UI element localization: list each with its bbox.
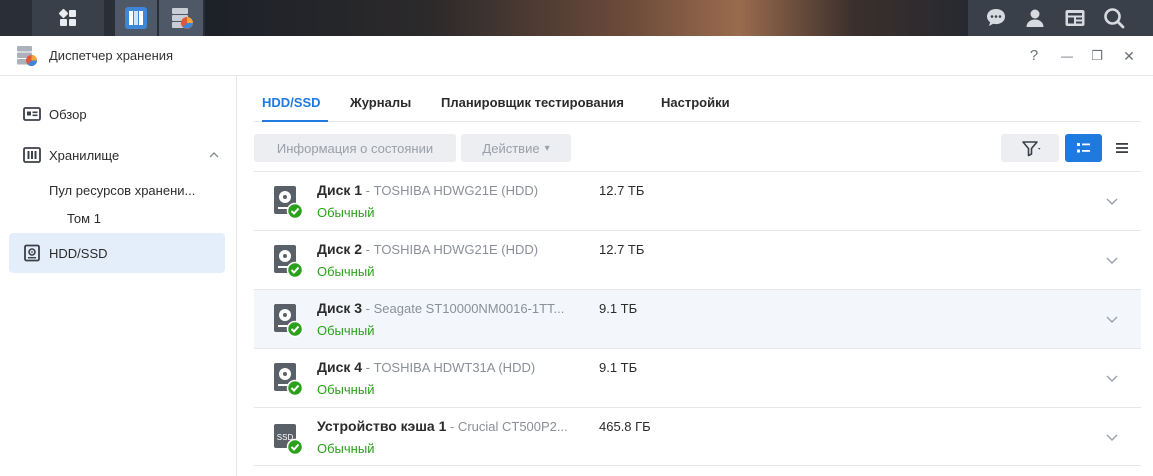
close-button[interactable]: ✕ bbox=[1119, 46, 1139, 66]
disk-row[interactable]: Диск 3 - Seagate ST10000NM0016-1TT... Об… bbox=[254, 289, 1141, 348]
chevron-down-icon[interactable] bbox=[1106, 432, 1118, 442]
tab-logs[interactable]: Журналы bbox=[350, 95, 411, 110]
sidebar-item-storage[interactable]: Хранилище bbox=[9, 135, 225, 175]
taskbar-app-storage-manager[interactable] bbox=[159, 0, 203, 36]
disk-size: 9.1 ТБ bbox=[599, 360, 638, 375]
action-button[interactable]: Действие ▾ bbox=[461, 134, 571, 162]
restore-button[interactable]: ❐ bbox=[1087, 46, 1107, 66]
hdd-ok-icon bbox=[274, 245, 304, 279]
disk-status: Обычный bbox=[317, 264, 375, 279]
sidebar-item-hdd-ssd[interactable]: HDD/SSD bbox=[9, 233, 225, 273]
sidebar-item-overview[interactable]: Обзор bbox=[9, 94, 225, 134]
storage-icon bbox=[23, 147, 41, 163]
chevron-down-icon[interactable] bbox=[1106, 373, 1118, 383]
disk-row[interactable]: Диск 1 - TOSHIBA HDWG21E (HDD) Обычный 1… bbox=[254, 171, 1141, 230]
disk-list: Диск 1 - TOSHIBA HDWG21E (HDD) Обычный 1… bbox=[254, 171, 1141, 466]
hdd-ok-icon bbox=[274, 186, 304, 220]
action-label: Действие bbox=[482, 140, 540, 156]
disk-title: Диск 1 - TOSHIBA HDWG21E (HDD) bbox=[317, 182, 539, 198]
disk-model: - TOSHIBA HDWG21E (HDD) bbox=[362, 183, 539, 198]
search-icon[interactable] bbox=[1102, 6, 1126, 30]
tab-test-scheduler[interactable]: Планировщик тестирования bbox=[441, 95, 624, 110]
compact-view-button[interactable] bbox=[1103, 134, 1141, 162]
ssd-ok-icon: SSD bbox=[274, 424, 304, 456]
disk-title: Диск 3 - Seagate ST10000NM0016-1TT... bbox=[317, 300, 565, 316]
taskbar-tray bbox=[968, 0, 1153, 36]
grid-icon bbox=[58, 8, 76, 26]
chevron-down-icon[interactable] bbox=[1106, 255, 1118, 265]
overview-icon bbox=[23, 107, 41, 121]
disk-row[interactable]: SSD Устройство кэша 1 - Crucial CT500P2.… bbox=[254, 407, 1141, 466]
disk-title: Диск 2 - TOSHIBA HDWG21E (HDD) bbox=[317, 241, 539, 257]
disk-title: Диск 4 - TOSHIBA HDWT31A (HDD) bbox=[317, 359, 536, 375]
tab-settings[interactable]: Настройки bbox=[661, 95, 730, 110]
disk-size: 465.8 ГБ bbox=[599, 419, 651, 434]
storage-manager-app-icon bbox=[125, 7, 147, 29]
sidebar: Обзор Хранилище Пул ресурсов хранени... … bbox=[0, 76, 237, 476]
chevron-up-icon[interactable] bbox=[209, 150, 219, 160]
sidebar-label-storage: Хранилище bbox=[49, 147, 120, 163]
list-icon bbox=[1116, 143, 1128, 153]
disk-row[interactable]: Диск 2 - TOSHIBA HDWG21E (HDD) Обычный 1… bbox=[254, 230, 1141, 289]
minimize-button[interactable]: — bbox=[1057, 46, 1077, 66]
disk-size: 9.1 ТБ bbox=[599, 301, 638, 316]
disk-status: Обычный bbox=[317, 441, 375, 456]
window-titlebar: Диспетчер хранения ? — ❐ ✕ bbox=[0, 36, 1153, 76]
help-button[interactable]: ? bbox=[1024, 46, 1044, 66]
main-menu-button[interactable] bbox=[32, 0, 104, 36]
sidebar-label-hdd-ssd: HDD/SSD bbox=[49, 245, 108, 261]
chevron-down-icon[interactable] bbox=[1106, 314, 1118, 324]
disk-status: Обычный bbox=[317, 205, 375, 220]
disk-size: 12.7 ТБ bbox=[599, 242, 645, 257]
hdd-icon bbox=[24, 244, 40, 262]
detail-list-icon bbox=[1077, 143, 1090, 153]
filter-icon bbox=[1022, 141, 1041, 157]
health-info-button[interactable]: Информация о состоянии bbox=[254, 134, 456, 162]
disk-size: 12.7 ТБ bbox=[599, 183, 645, 198]
chevron-down-icon[interactable] bbox=[1106, 196, 1118, 206]
disk-row[interactable]: Диск 4 - TOSHIBA HDWT31A (HDD) Обычный 9… bbox=[254, 348, 1141, 407]
filter-button[interactable] bbox=[1001, 134, 1059, 162]
wallpaper-strip bbox=[205, 0, 968, 36]
disk-model: - Crucial CT500P2... bbox=[446, 419, 568, 434]
tab-bar: HDD/SSD Журналы Планировщик тестирования… bbox=[254, 76, 1141, 122]
sidebar-item-pool[interactable]: Пул ресурсов хранени... bbox=[49, 183, 195, 198]
tab-hdd-ssd[interactable]: HDD/SSD bbox=[262, 95, 321, 110]
user-icon[interactable] bbox=[1023, 6, 1047, 30]
hdd-ok-icon bbox=[274, 363, 304, 397]
hdd-ok-icon bbox=[274, 304, 304, 338]
chat-icon[interactable] bbox=[984, 6, 1008, 30]
widgets-icon[interactable] bbox=[1063, 6, 1087, 30]
sidebar-item-volume[interactable]: Том 1 bbox=[67, 211, 101, 226]
disk-title: Устройство кэша 1 - Crucial CT500P2... bbox=[317, 418, 568, 434]
disk-model: - TOSHIBA HDWG21E (HDD) bbox=[362, 242, 539, 257]
disk-status: Обычный bbox=[317, 382, 375, 397]
sidebar-label-overview: Обзор bbox=[49, 106, 87, 122]
storage-manager-icon bbox=[17, 46, 38, 67]
disk-model: - TOSHIBA HDWT31A (HDD) bbox=[362, 360, 536, 375]
window-title: Диспетчер хранения bbox=[49, 48, 174, 63]
health-info-label: Информация о состоянии bbox=[276, 140, 434, 156]
disk-status: Обычный bbox=[317, 323, 375, 338]
taskbar-app-storage[interactable] bbox=[115, 0, 157, 36]
disk-model: - Seagate ST10000NM0016-1TT... bbox=[362, 301, 565, 316]
caret-down-icon: ▾ bbox=[544, 142, 550, 154]
storage-manager-active-icon bbox=[172, 8, 193, 29]
active-tab-indicator bbox=[262, 120, 328, 122]
desktop-taskbar bbox=[0, 0, 1153, 36]
detail-view-button[interactable] bbox=[1065, 134, 1102, 162]
